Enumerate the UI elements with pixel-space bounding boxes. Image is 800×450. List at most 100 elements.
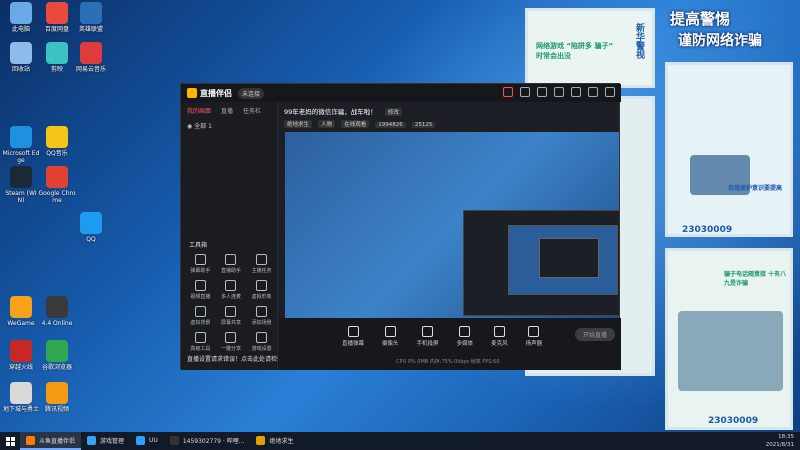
settings-icon[interactable]: [537, 87, 547, 97]
desktop-icon[interactable]: 穿越火线: [2, 340, 40, 371]
app-icon: [46, 382, 68, 404]
category-chip[interactable]: 绝地求生: [284, 120, 313, 128]
app-icon: [46, 340, 68, 362]
desktop-icon-label: 谷歌浏览器: [41, 364, 72, 371]
desktop-icon[interactable]: WeGame: [2, 296, 40, 327]
tag-chip[interactable]: 人物: [318, 120, 336, 128]
tool-button[interactable]: 游戏设置: [246, 332, 277, 352]
desktop-icon[interactable]: 地下城与勇士: [2, 382, 40, 413]
tool-button[interactable]: 一键分享: [216, 332, 247, 352]
gift-icon[interactable]: [503, 87, 513, 97]
desktop-icon[interactable]: Google Chrome: [38, 166, 76, 204]
tab-live[interactable]: 直播: [221, 106, 233, 115]
close-icon[interactable]: [605, 87, 615, 97]
message-icon[interactable]: [520, 87, 530, 97]
poster-text: 自我保护意识要提高: [728, 185, 783, 192]
source-icon: [493, 326, 505, 337]
tool-icon: [256, 306, 268, 317]
tool-label: 游戏设置: [251, 346, 272, 352]
taskbar-item[interactable]: 斗鱼直播伴侣: [20, 432, 82, 450]
desktop-icon[interactable]: 4.4 Online: [38, 296, 76, 327]
tool-button[interactable]: 高级工具: [185, 332, 216, 352]
scene-name: 全部 1: [194, 123, 212, 130]
desktop-icon[interactable]: 英雄联盟: [72, 2, 110, 33]
scene-item[interactable]: ◉ 全部 1: [181, 119, 277, 132]
source-buttons: 直播弹幕 摄像头 手机投屏 多媒体 麦克风 扬声器: [342, 326, 542, 347]
desktop-icon[interactable]: 此电脑: [2, 2, 40, 33]
source-button[interactable]: 手机投屏: [417, 326, 439, 347]
minimize-icon[interactable]: [571, 87, 581, 97]
desktop-icon[interactable]: Steam (WIN): [2, 166, 40, 204]
desktop-icon[interactable]: 网易云音乐: [72, 42, 110, 73]
desktop-icon[interactable]: 谷歌浏览器: [38, 340, 76, 371]
live-preview[interactable]: [285, 132, 619, 318]
taskbar-item[interactable]: 1459302779 · 哔哩...: [164, 432, 251, 450]
task-label: 游戏管理: [100, 437, 125, 445]
task-app-icon: [136, 435, 146, 445]
desktop-icon-label: 网易云音乐: [75, 66, 106, 73]
sidebar: 我的画面 直播 任务栏 ◉ 全部 1 工具箱 弹幕助手 直播助手 主播任务 视频直播 多…: [181, 102, 278, 370]
desktop-icon[interactable]: 回收站: [2, 42, 40, 73]
tool-icon: [256, 254, 268, 265]
source-button[interactable]: 扬声器: [526, 326, 542, 347]
taskbar-item[interactable]: 绝地求生: [250, 432, 299, 450]
source-icon: [459, 326, 471, 337]
tool-label: 添加场景: [251, 320, 272, 326]
tool-button[interactable]: 主播任务: [246, 254, 277, 274]
desktop-icon[interactable]: 剪映: [38, 42, 76, 73]
status-badge[interactable]: 未连接: [238, 87, 265, 99]
task-list: 斗鱼直播伴侣 游戏管理 UU 1459302779 · 哔哩... 绝地求生: [20, 432, 299, 450]
desktop-icon[interactable]: Microsoft Edge: [2, 126, 40, 164]
desktop-icon-label: 腾讯视频: [44, 406, 69, 413]
tool-button[interactable]: 弹幕助手: [185, 254, 216, 274]
tool-icon: [225, 254, 237, 265]
tool-button[interactable]: 虚拟形象: [246, 280, 277, 300]
desktop-icon-label: 百度网盘: [44, 26, 69, 33]
poster-panel: 网络游戏 “陷阱多 骗子” 时常会出没 新华警视: [525, 8, 655, 88]
clock-date: 2021/8/31: [765, 442, 794, 448]
taskbar-item[interactable]: UU: [130, 432, 164, 450]
desktop-icon-label: Google Chrome: [38, 190, 76, 204]
bell-icon[interactable]: [554, 87, 564, 97]
poster-hotline: 23030009: [708, 416, 759, 426]
maximize-icon[interactable]: [588, 87, 598, 97]
desktop-icon[interactable]: QQ: [72, 212, 110, 243]
source-button[interactable]: 麦克风: [491, 326, 508, 347]
app-icon: [10, 340, 32, 362]
desktop-icon-label: 回收站: [11, 66, 30, 73]
desktop-icon[interactable]: QQ音乐: [38, 126, 76, 157]
tool-label: 弹幕助手: [190, 268, 211, 274]
tool-icon: [225, 280, 237, 291]
stream-title: 99年老妈的微信诈骗，战车啦！: [284, 108, 377, 116]
app-icon: [80, 42, 102, 64]
desktop-icon[interactable]: 百度网盘: [38, 2, 76, 33]
desktop-icon-label: QQ: [86, 236, 96, 243]
tool-button[interactable]: 多人连麦: [216, 280, 247, 300]
window-titlebar[interactable]: 直播伴侣 未连接: [181, 84, 621, 102]
source-button[interactable]: 摄像头: [382, 326, 399, 347]
taskbar-item[interactable]: 游戏管理: [81, 432, 130, 450]
desktop-icon-label: Microsoft Edge: [2, 150, 40, 164]
source-icon: [347, 326, 359, 337]
tool-button[interactable]: 视频直播: [185, 280, 216, 300]
tool-icon: [194, 280, 206, 291]
tool-button[interactable]: 添加场景: [246, 306, 277, 326]
tool-button[interactable]: 屏幕共享: [216, 306, 247, 326]
edit-button[interactable]: 修改: [384, 108, 402, 116]
tool-button[interactable]: 虚拟背景: [185, 306, 216, 326]
app-icon: [10, 382, 32, 404]
system-clock[interactable]: 18:35 2021/8/31: [766, 433, 794, 449]
tab-taskbar[interactable]: 任务栏: [243, 106, 261, 115]
poster-hotline: 23030009: [682, 225, 733, 235]
start-button[interactable]: [0, 432, 20, 450]
source-button[interactable]: 直播弹幕: [342, 326, 364, 347]
desktop-icon[interactable]: 腾讯视频: [38, 382, 76, 413]
live-companion-window[interactable]: 直播伴侣 未连接 我的画面 直播 任务栏 ◉ 全部 1 工具箱 弹幕助手 直播助手…: [180, 83, 621, 370]
go-live-button[interactable]: 开始直播: [574, 328, 615, 341]
poster-title: 提高警惕: [670, 10, 731, 28]
source-button[interactable]: 多媒体: [457, 326, 473, 347]
tool-button[interactable]: 直播助手: [216, 254, 247, 274]
tab-my-scene[interactable]: 我的画面: [187, 106, 211, 115]
app-icon: [46, 166, 68, 188]
tool-label: 多人连麦: [220, 294, 241, 300]
